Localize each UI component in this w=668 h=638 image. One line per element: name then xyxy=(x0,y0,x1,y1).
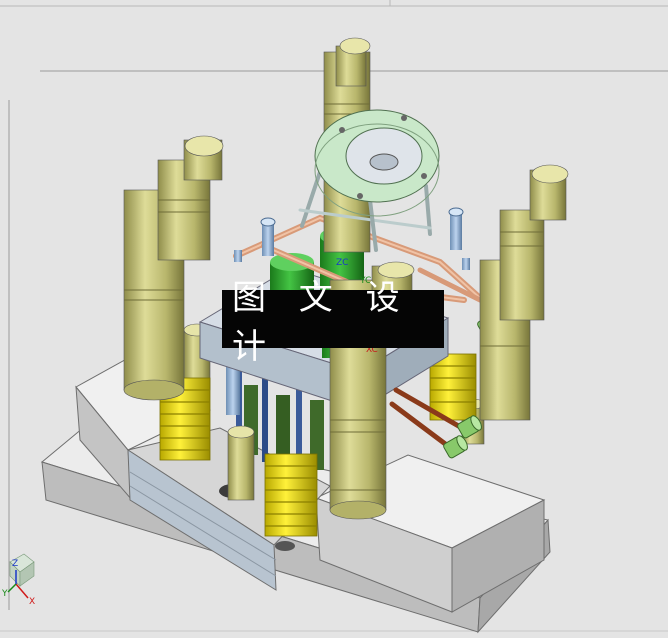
view-triad[interactable]: X Y Z xyxy=(1,553,35,607)
spring-center[interactable] xyxy=(264,453,318,537)
cad-viewport[interactable]: ZC YC XC X Y Z 图 文 设 计 xyxy=(0,0,668,638)
triad-x-label: X xyxy=(29,597,35,607)
guide-pillar-right[interactable] xyxy=(479,164,569,421)
csys-zc-label: ZC xyxy=(336,258,348,268)
watermark-banner: 图 文 设 计 xyxy=(222,278,444,367)
triad-z-label: Z xyxy=(12,559,18,569)
triad-x-axis xyxy=(15,583,29,599)
guide-post-short-center[interactable] xyxy=(227,425,255,501)
triad-y-label: Y xyxy=(1,589,8,599)
